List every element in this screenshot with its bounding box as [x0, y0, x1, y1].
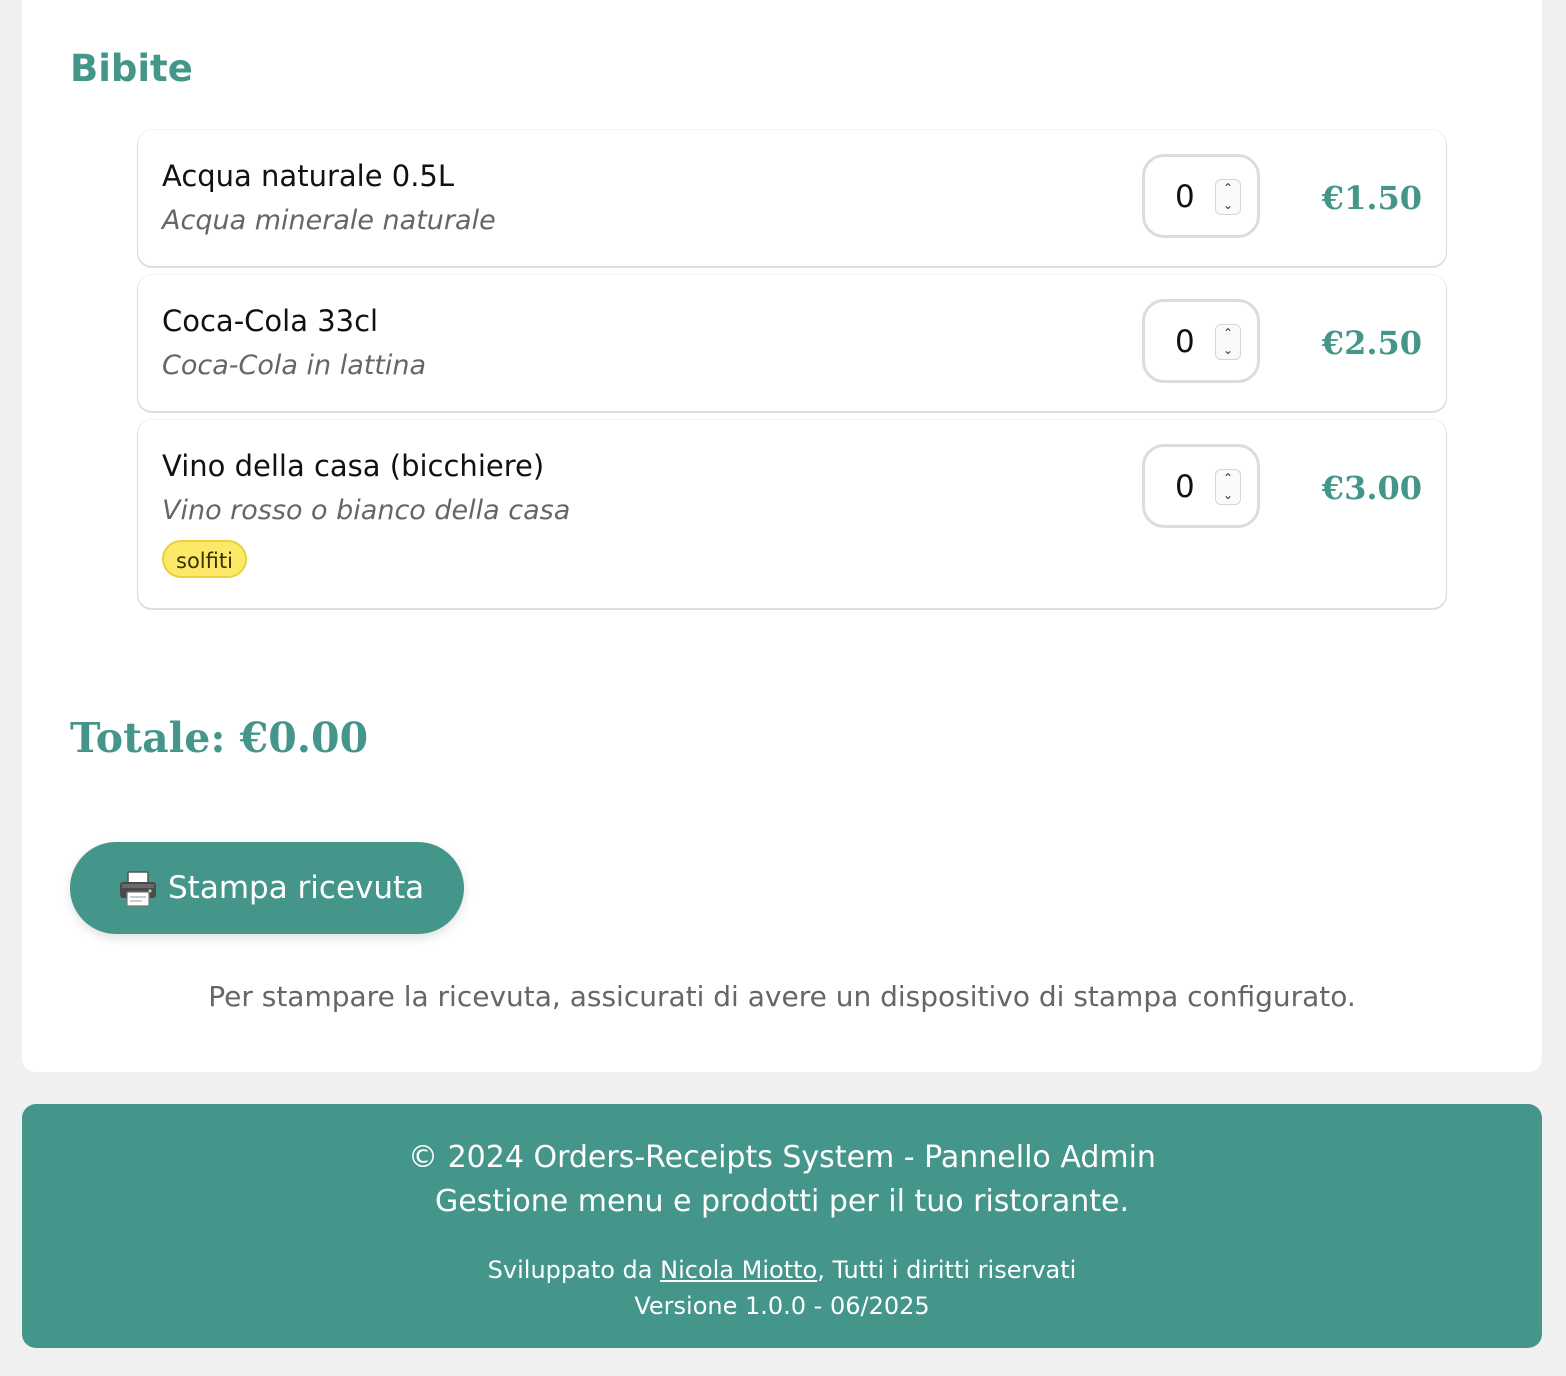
allergen-badge: solfiti	[162, 540, 247, 578]
chevron-up-icon[interactable]: ⌃	[1216, 325, 1240, 342]
footer-copyright: © 2024 Orders-Receipts System - Pannello…	[408, 1140, 1156, 1175]
item-price: €3.00	[1321, 469, 1422, 507]
order-total: Totale: €0.00	[70, 714, 369, 762]
quantity-value: 0	[1175, 179, 1195, 215]
developer-link[interactable]: Nicola Miotto	[660, 1256, 817, 1284]
item-description: Vino rosso o bianco della casa	[162, 495, 571, 526]
print-note: Per stampare la ricevuta, assicurati di …	[208, 980, 1356, 1013]
printer-icon	[120, 871, 156, 907]
item-name: Acqua naturale 0.5L	[162, 159, 455, 193]
chevron-down-icon[interactable]: ⌄	[1216, 197, 1240, 214]
footer-credits: Sviluppato da Nicola Miotto, Tutti i dir…	[22, 1254, 1542, 1286]
quantity-value: 0	[1175, 324, 1195, 360]
item-description: Acqua minerale naturale	[162, 205, 496, 236]
chevron-down-icon[interactable]: ⌄	[1216, 487, 1240, 504]
item-name: Coca-Cola 33cl	[162, 304, 379, 338]
item-price: €2.50	[1321, 324, 1422, 362]
quantity-value: 0	[1175, 469, 1195, 505]
menu-item-card: Acqua naturale 0.5L Acqua minerale natur…	[138, 130, 1446, 266]
chevron-up-icon[interactable]: ⌃	[1216, 180, 1240, 197]
section-title: Bibite	[70, 47, 193, 90]
menu-item-card: Vino della casa (bicchiere) Vino rosso o…	[138, 420, 1446, 608]
footer: © 2024 Orders-Receipts System - Pannello…	[22, 1104, 1542, 1348]
footer-tagline: Gestione menu e prodotti per il tuo rist…	[434, 1184, 1130, 1219]
item-name: Vino della casa (bicchiere)	[162, 449, 545, 483]
quantity-input[interactable]: 0 ⌃ ⌄	[1142, 299, 1260, 383]
print-receipt-button[interactable]: Stampa ricevuta	[70, 842, 464, 934]
quantity-stepper[interactable]: ⌃ ⌄	[1215, 469, 1241, 505]
chevron-down-icon[interactable]: ⌄	[1216, 342, 1240, 359]
credits-suffix: , Tutti i diritti riservati	[817, 1256, 1077, 1284]
menu-item-card: Coca-Cola 33cl Coca-Cola in lattina 0 ⌃ …	[138, 275, 1446, 411]
credits-prefix: Sviluppato da	[487, 1256, 661, 1284]
chevron-up-icon[interactable]: ⌃	[1216, 470, 1240, 487]
quantity-input[interactable]: 0 ⌃ ⌄	[1142, 154, 1260, 238]
footer-version: Versione 1.0.0 - 06/2025	[634, 1292, 930, 1320]
quantity-stepper[interactable]: ⌃ ⌄	[1215, 324, 1241, 360]
quantity-input[interactable]: 0 ⌃ ⌄	[1142, 444, 1260, 528]
print-button-label: Stampa ricevuta	[168, 870, 425, 906]
item-description: Coca-Cola in lattina	[162, 350, 427, 381]
quantity-stepper[interactable]: ⌃ ⌄	[1215, 179, 1241, 215]
item-price: €1.50	[1321, 179, 1422, 217]
